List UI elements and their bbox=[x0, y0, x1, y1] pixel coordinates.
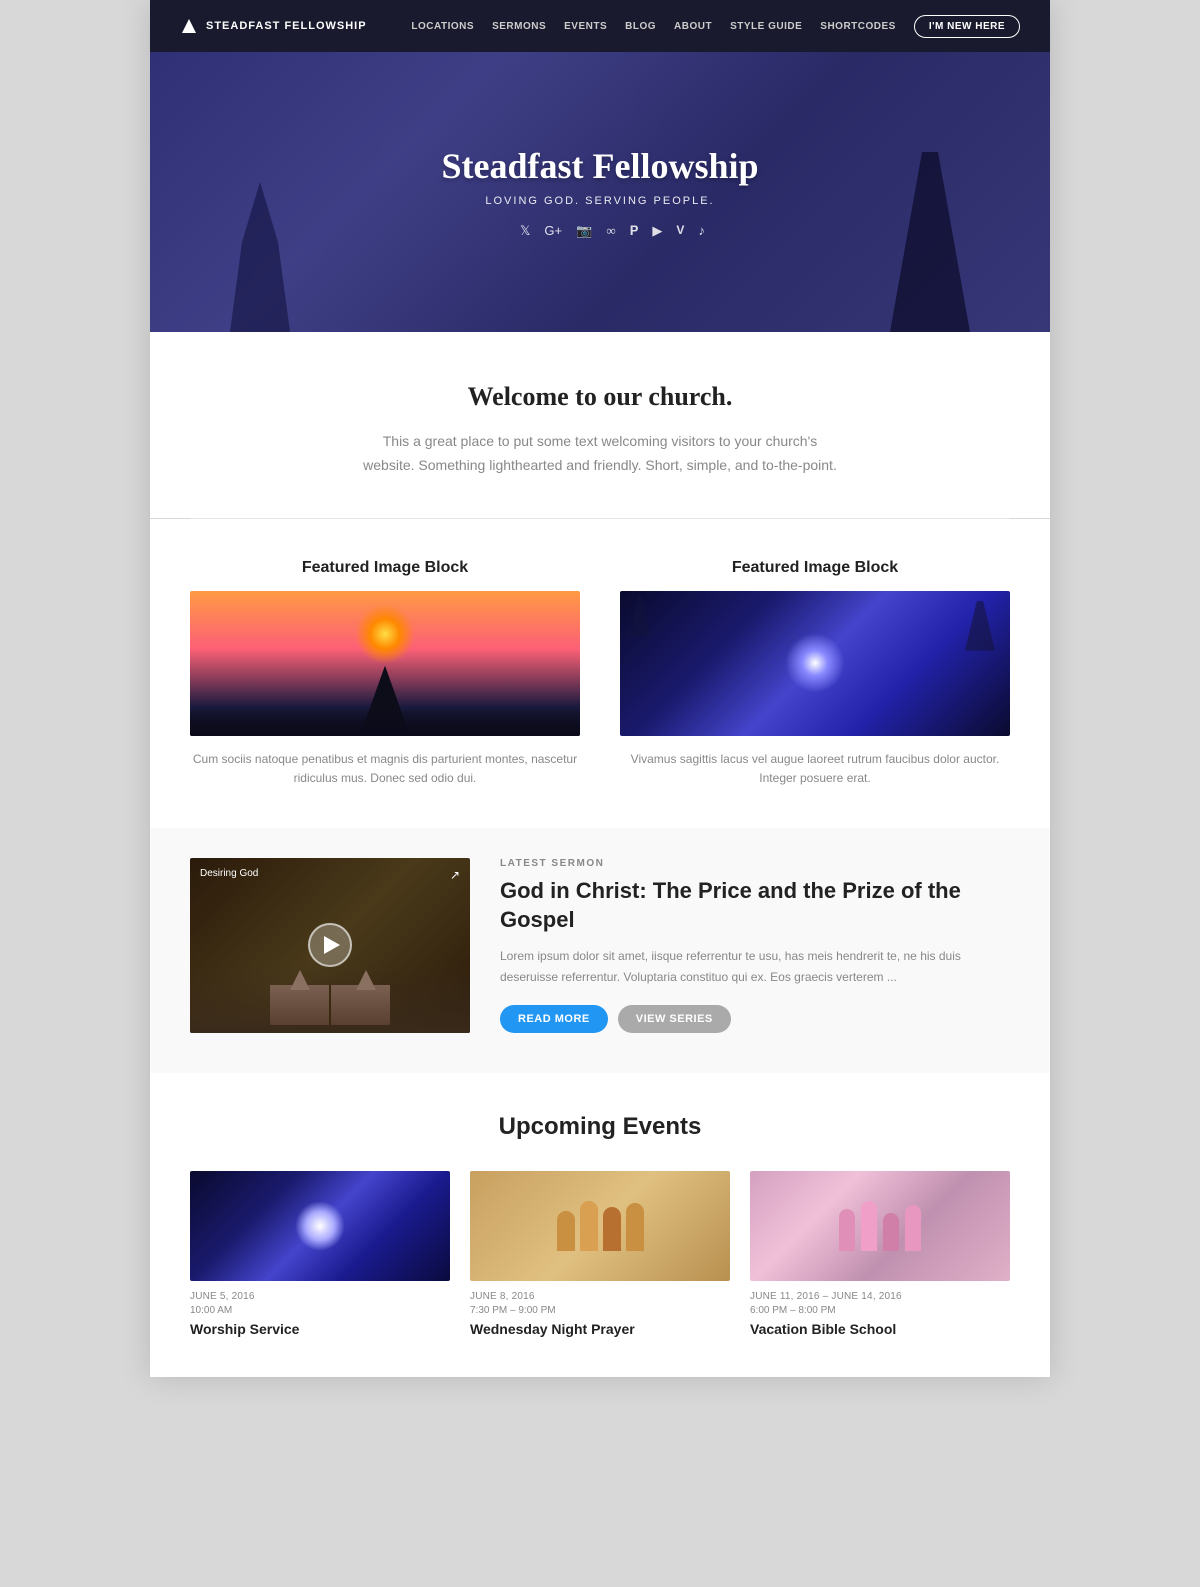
person-3 bbox=[603, 1207, 621, 1251]
sermon-title: God in Christ: The Price and the Prize o… bbox=[500, 877, 1010, 934]
featured-block-2-desc: Vivamus sagittis lacus vel augue laoreet… bbox=[620, 750, 1010, 788]
facebook-icon[interactable]:  bbox=[495, 223, 506, 239]
nav-style-guide[interactable]: STYLE GUIDE bbox=[730, 21, 802, 32]
nav-locations[interactable]: LOCATIONS bbox=[411, 21, 474, 32]
event-time-3: 6:00 PM – 8:00 PM bbox=[750, 1305, 1010, 1316]
sermon-info: LATEST SERMON God in Christ: The Price a… bbox=[500, 858, 1010, 1033]
welcome-heading: Welcome to our church. bbox=[190, 382, 1010, 412]
sermon-excerpt: Lorem ipsum dolor sit amet, iisque refer… bbox=[500, 946, 1010, 987]
event-card-1: JUNE 5, 2016 10:00 AM Worship Service bbox=[190, 1171, 450, 1337]
person-1 bbox=[557, 1211, 575, 1251]
concert-hand bbox=[965, 601, 995, 651]
sermon-buttons: READ MORE VIEW SERIES bbox=[500, 1005, 1010, 1033]
kids-people bbox=[839, 1201, 921, 1251]
hero-subtitle: LOVING GOD. SERVING PEOPLE. bbox=[441, 195, 758, 207]
googleplus-icon[interactable]: G+ bbox=[544, 223, 562, 239]
events-heading: Upcoming Events bbox=[190, 1113, 1010, 1141]
event-image-3 bbox=[750, 1171, 1010, 1281]
book-spine bbox=[329, 985, 331, 1025]
youtube-icon[interactable]: ▶ bbox=[652, 223, 662, 239]
event-name-1: Worship Service bbox=[190, 1321, 450, 1337]
featured-image-2 bbox=[620, 591, 1010, 736]
person-4 bbox=[626, 1203, 644, 1251]
kid-4 bbox=[905, 1205, 921, 1251]
hero-section: Steadfast Fellowship LOVING GOD. SERVING… bbox=[150, 52, 1050, 332]
event-date-3: JUNE 11, 2016 – JUNE 14, 2016 bbox=[750, 1291, 1010, 1302]
welcome-section: Welcome to our church. This a great plac… bbox=[150, 332, 1050, 518]
kid-1 bbox=[839, 1209, 855, 1251]
read-more-button[interactable]: READ MORE bbox=[500, 1005, 608, 1033]
book bbox=[270, 985, 390, 1025]
event-card-3: JUNE 11, 2016 – JUNE 14, 2016 6:00 PM – … bbox=[750, 1171, 1010, 1337]
featured-block-1-desc: Cum sociis natoque penatibus et magnis d… bbox=[190, 750, 580, 788]
event-name-3: Vacation Bible School bbox=[750, 1321, 1010, 1337]
event-time-1: 10:00 AM bbox=[190, 1305, 450, 1316]
vimeo-icon[interactable]: V bbox=[676, 223, 684, 239]
event-date-1: JUNE 5, 2016 bbox=[190, 1291, 450, 1302]
play-button[interactable] bbox=[308, 923, 352, 967]
group-people bbox=[557, 1201, 644, 1251]
nav-sermons[interactable]: SERMONS bbox=[492, 21, 546, 32]
nav-shortcodes[interactable]: SHORTCODES bbox=[820, 21, 896, 32]
play-icon bbox=[324, 936, 340, 954]
events-grid: JUNE 5, 2016 10:00 AM Worship Service JU… bbox=[190, 1171, 1010, 1337]
pinterest-icon[interactable]: 𝐏 bbox=[630, 223, 639, 239]
view-series-button[interactable]: VIEW SERIES bbox=[618, 1005, 731, 1033]
heart-right bbox=[356, 970, 376, 990]
event-name-2: Wednesday Night Prayer bbox=[470, 1321, 730, 1337]
hero-social-icons:  𝕏 G+ 📷 ∞ 𝐏 ▶ V ♪ bbox=[441, 223, 758, 239]
person-2 bbox=[580, 1201, 598, 1251]
featured-block-2: Featured Image Block Vivamus sagittis la… bbox=[620, 559, 1010, 788]
instagram-icon[interactable]: 📷 bbox=[576, 223, 592, 239]
brand[interactable]: STEADFAST FELLOWSHIP bbox=[180, 17, 367, 35]
logo-icon bbox=[180, 17, 198, 35]
events-section: Upcoming Events JUNE 5, 2016 10:00 AM Wo… bbox=[150, 1073, 1050, 1377]
welcome-body: This a great place to put some text welc… bbox=[360, 430, 840, 478]
navbar: STEADFAST FELLOWSHIP LOCATIONS SERMONS E… bbox=[150, 0, 1050, 52]
infinity-icon[interactable]: ∞ bbox=[606, 223, 615, 239]
featured-block-2-title: Featured Image Block bbox=[620, 559, 1010, 577]
sun bbox=[355, 604, 415, 664]
featured-block-1-title: Featured Image Block bbox=[190, 559, 580, 577]
book-area bbox=[190, 963, 470, 1033]
share-icon[interactable]: ↗ bbox=[450, 868, 460, 883]
event-image-2 bbox=[470, 1171, 730, 1281]
twitter-icon[interactable]: 𝕏 bbox=[520, 223, 530, 239]
event-card-2: JUNE 8, 2016 7:30 PM – 9:00 PM Wednesday… bbox=[470, 1171, 730, 1337]
sermon-video-label: Desiring God bbox=[200, 868, 258, 879]
kid-2 bbox=[861, 1201, 877, 1251]
heart-left bbox=[290, 970, 310, 990]
brand-name: STEADFAST FELLOWSHIP bbox=[206, 20, 367, 32]
event-time-2: 7:30 PM – 9:00 PM bbox=[470, 1305, 730, 1316]
kid-3 bbox=[883, 1213, 899, 1251]
event-light-1 bbox=[295, 1201, 345, 1251]
nav-events[interactable]: EVENTS bbox=[564, 21, 607, 32]
concert-hand-2 bbox=[630, 596, 650, 636]
new-here-button[interactable]: I'M NEW HERE bbox=[914, 15, 1020, 38]
hero-content: Steadfast Fellowship LOVING GOD. SERVING… bbox=[441, 145, 758, 239]
spotify-icon[interactable]: ♪ bbox=[698, 223, 705, 239]
nav-links: LOCATIONS SERMONS EVENTS BLOG ABOUT STYL… bbox=[411, 15, 1020, 38]
concert-light bbox=[785, 633, 845, 693]
latest-sermon-label: LATEST SERMON bbox=[500, 858, 1010, 869]
hero-title: Steadfast Fellowship bbox=[441, 145, 758, 187]
sunset-gradient-bottom bbox=[190, 706, 580, 736]
featured-section: Featured Image Block Cum sociis natoque … bbox=[150, 519, 1050, 828]
featured-block-1: Featured Image Block Cum sociis natoque … bbox=[190, 559, 580, 788]
sermon-section: Desiring God ↗ LATEST SERMON God in Chri… bbox=[150, 828, 1050, 1073]
event-image-1 bbox=[190, 1171, 450, 1281]
nav-about[interactable]: ABOUT bbox=[674, 21, 712, 32]
nav-blog[interactable]: BLOG bbox=[625, 21, 656, 32]
event-date-2: JUNE 8, 2016 bbox=[470, 1291, 730, 1302]
featured-image-1 bbox=[190, 591, 580, 736]
sermon-video[interactable]: Desiring God ↗ bbox=[190, 858, 470, 1033]
